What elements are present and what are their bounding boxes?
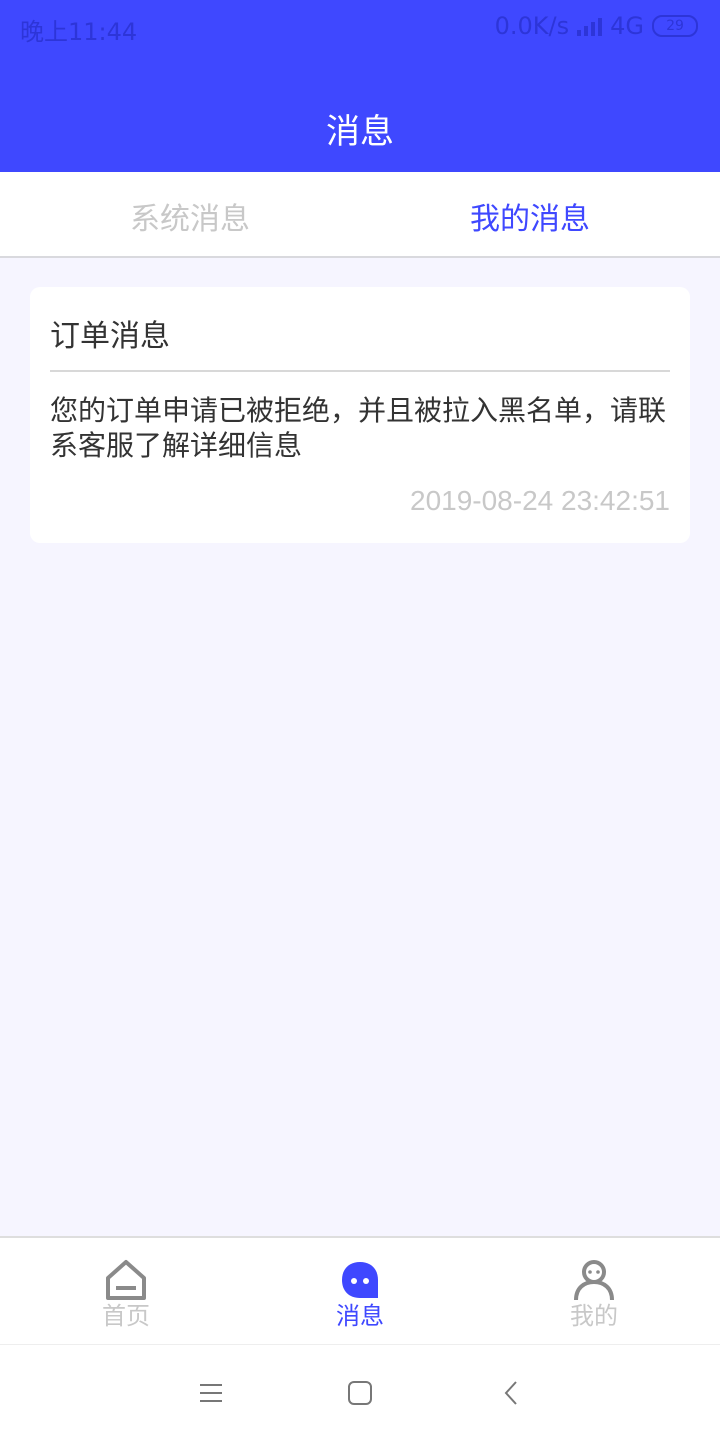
tab-system-messages[interactable]: 系统消息	[20, 194, 360, 238]
battery-icon: 29	[652, 15, 698, 37]
home-square-icon[interactable]	[346, 1379, 374, 1407]
page-title: 消息	[326, 112, 394, 152]
bottom-nav: 首页 消息 我的	[0, 1236, 720, 1346]
nav-item-me[interactable]: 我的	[474, 1238, 714, 1346]
nav-label-me: 我的	[570, 1302, 618, 1330]
status-indicators: 0.0K/s 4G 29	[495, 12, 698, 40]
nav-item-messages[interactable]: 消息	[240, 1238, 480, 1346]
message-tabs: 系统消息 我的消息	[0, 172, 720, 258]
message-card[interactable]: 订单消息 您的订单申请已被拒绝，并且被拉入黑名单，请联系客服了解详细信息 201…	[30, 287, 690, 543]
message-body: 您的订单申请已被拒绝，并且被拉入黑名单，请联系客服了解详细信息	[50, 394, 667, 462]
status-bar: 晚上11:44 0.0K/s 4G 29	[0, 0, 720, 52]
network-speed: 0.0K/s	[494, 12, 570, 40]
nav-item-home[interactable]: 首页	[6, 1238, 246, 1346]
nav-label-home: 首页	[102, 1302, 150, 1330]
menu-icon[interactable]	[197, 1379, 225, 1407]
signal-icon	[577, 16, 603, 36]
app-header: 晚上11:44 0.0K/s 4G 29 消息	[0, 0, 720, 172]
back-icon[interactable]	[498, 1379, 526, 1407]
divider	[50, 370, 670, 372]
network-type: 4G	[610, 12, 644, 40]
message-timestamp: 2019-08-24 23:42:51	[410, 485, 670, 516]
tab-my-messages[interactable]: 我的消息	[360, 194, 700, 238]
status-time: 晚上11:44	[20, 18, 138, 46]
message-title: 订单消息	[50, 319, 170, 354]
nav-label-messages: 消息	[336, 1302, 384, 1330]
system-navigation-bar	[0, 1344, 720, 1441]
